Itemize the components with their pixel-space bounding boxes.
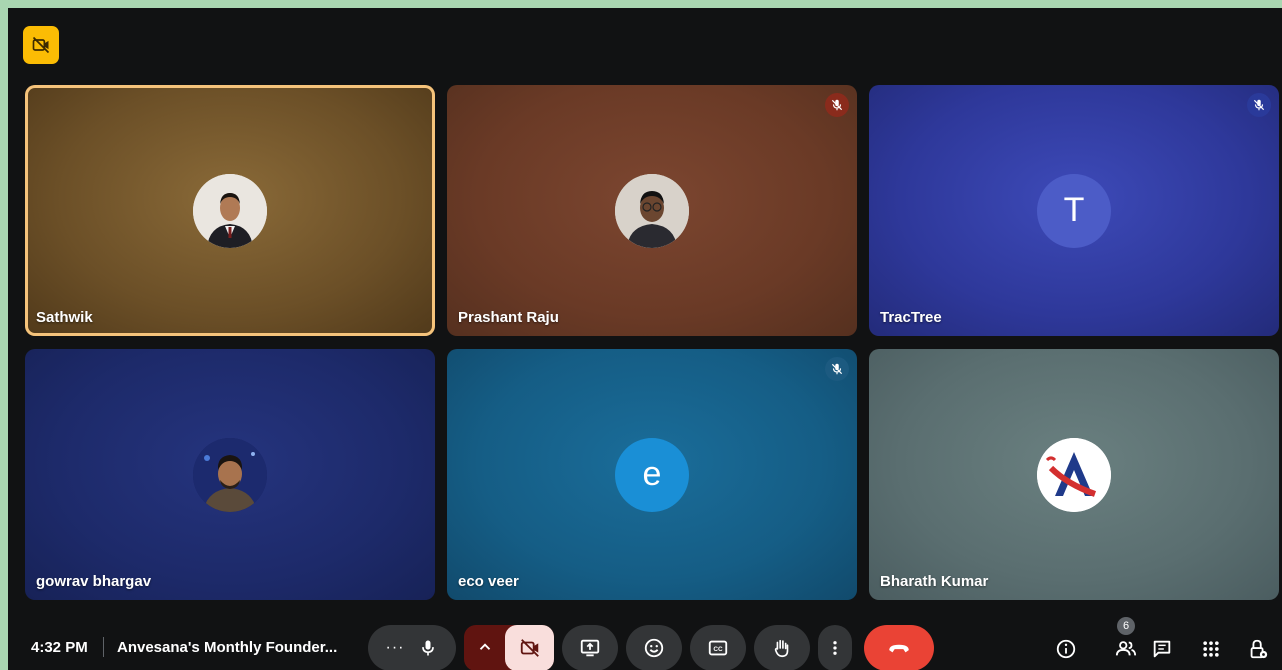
mic-off-icon: [1253, 99, 1265, 111]
avatar: [193, 437, 267, 512]
participant-name: Sathwik: [36, 309, 93, 326]
raise-hand-icon: [774, 639, 789, 658]
present-button[interactable]: [562, 625, 618, 670]
participant-tile-sathwik[interactable]: Sathwik: [25, 85, 435, 336]
participant-tile-bharath-kumar[interactable]: Bharath Kumar: [869, 349, 1279, 600]
avatar: e: [615, 437, 689, 512]
audio-control-group: ···: [368, 625, 456, 670]
raise-hand-button[interactable]: [754, 625, 810, 670]
muted-indicator: [825, 357, 849, 381]
bottom-control-bar: 4:32 PM Anvesana's Monthly Founder... ··…: [8, 614, 1282, 670]
camera-toggle-button[interactable]: [505, 625, 554, 670]
muted-indicator: [1247, 93, 1271, 117]
participant-tile-eco-veer[interactable]: e eco veer: [447, 349, 857, 600]
meet-window: Sathwik Prashant Raju T TracTree gowrav …: [8, 8, 1282, 670]
mic-off-icon: [831, 363, 843, 375]
avatar: [615, 173, 689, 248]
captions-button[interactable]: CC: [690, 625, 746, 670]
chevron-up-icon[interactable]: [476, 638, 494, 661]
host-controls-button[interactable]: [1241, 632, 1275, 666]
people-button[interactable]: [1109, 632, 1143, 666]
chat-button[interactable]: [1145, 632, 1179, 666]
more-vertical-icon: [833, 641, 837, 655]
more-options-button[interactable]: [818, 625, 852, 670]
svg-text:CC: CC: [713, 646, 723, 653]
hang-up-icon: [889, 644, 909, 653]
microphone-icon[interactable]: [418, 638, 438, 658]
host-controls-icon: [1250, 639, 1268, 659]
participant-tile-gowrav-bhargav[interactable]: gowrav bhargav: [25, 349, 435, 600]
info-icon: [1056, 639, 1076, 659]
people-icon: [1115, 641, 1137, 656]
avatar-letter: T: [1063, 191, 1085, 229]
meeting-title[interactable]: Anvesana's Monthly Founder...: [117, 639, 337, 656]
chat-icon: [1153, 640, 1171, 658]
participant-tile-prashant-raju[interactable]: Prashant Raju: [447, 85, 857, 336]
leave-call-button[interactable]: [864, 625, 934, 670]
present-screen-icon: [580, 639, 600, 657]
participant-name: eco veer: [458, 573, 519, 590]
avatar: [193, 173, 267, 248]
camera-off-icon: [520, 639, 539, 657]
activities-icon: [1203, 641, 1219, 657]
captions-icon: CC: [708, 640, 728, 656]
participant-name: gowrav bhargav: [36, 573, 152, 590]
participant-name: TracTree: [880, 309, 942, 326]
meeting-details-button[interactable]: [1049, 632, 1083, 666]
avatar: T: [1037, 173, 1111, 248]
more-options-icon[interactable]: ···: [386, 639, 405, 657]
meeting-time: 4:32 PM: [31, 639, 88, 656]
participant-name: Bharath Kumar: [880, 573, 989, 590]
divider: [103, 637, 104, 657]
emoji-button[interactable]: [626, 625, 682, 670]
avatar: [1037, 437, 1111, 512]
mic-off-icon: [831, 99, 843, 111]
camera-off-badge[interactable]: [23, 26, 59, 64]
participant-name: Prashant Raju: [458, 309, 559, 326]
emoji-icon: [644, 638, 664, 658]
camera-control-group: [464, 625, 554, 670]
avatar-letter: e: [642, 455, 662, 493]
participant-tile-tractree[interactable]: T TracTree: [869, 85, 1279, 336]
activities-button[interactable]: [1194, 632, 1228, 666]
muted-indicator: [825, 93, 849, 117]
camera-off-icon: [32, 36, 50, 54]
